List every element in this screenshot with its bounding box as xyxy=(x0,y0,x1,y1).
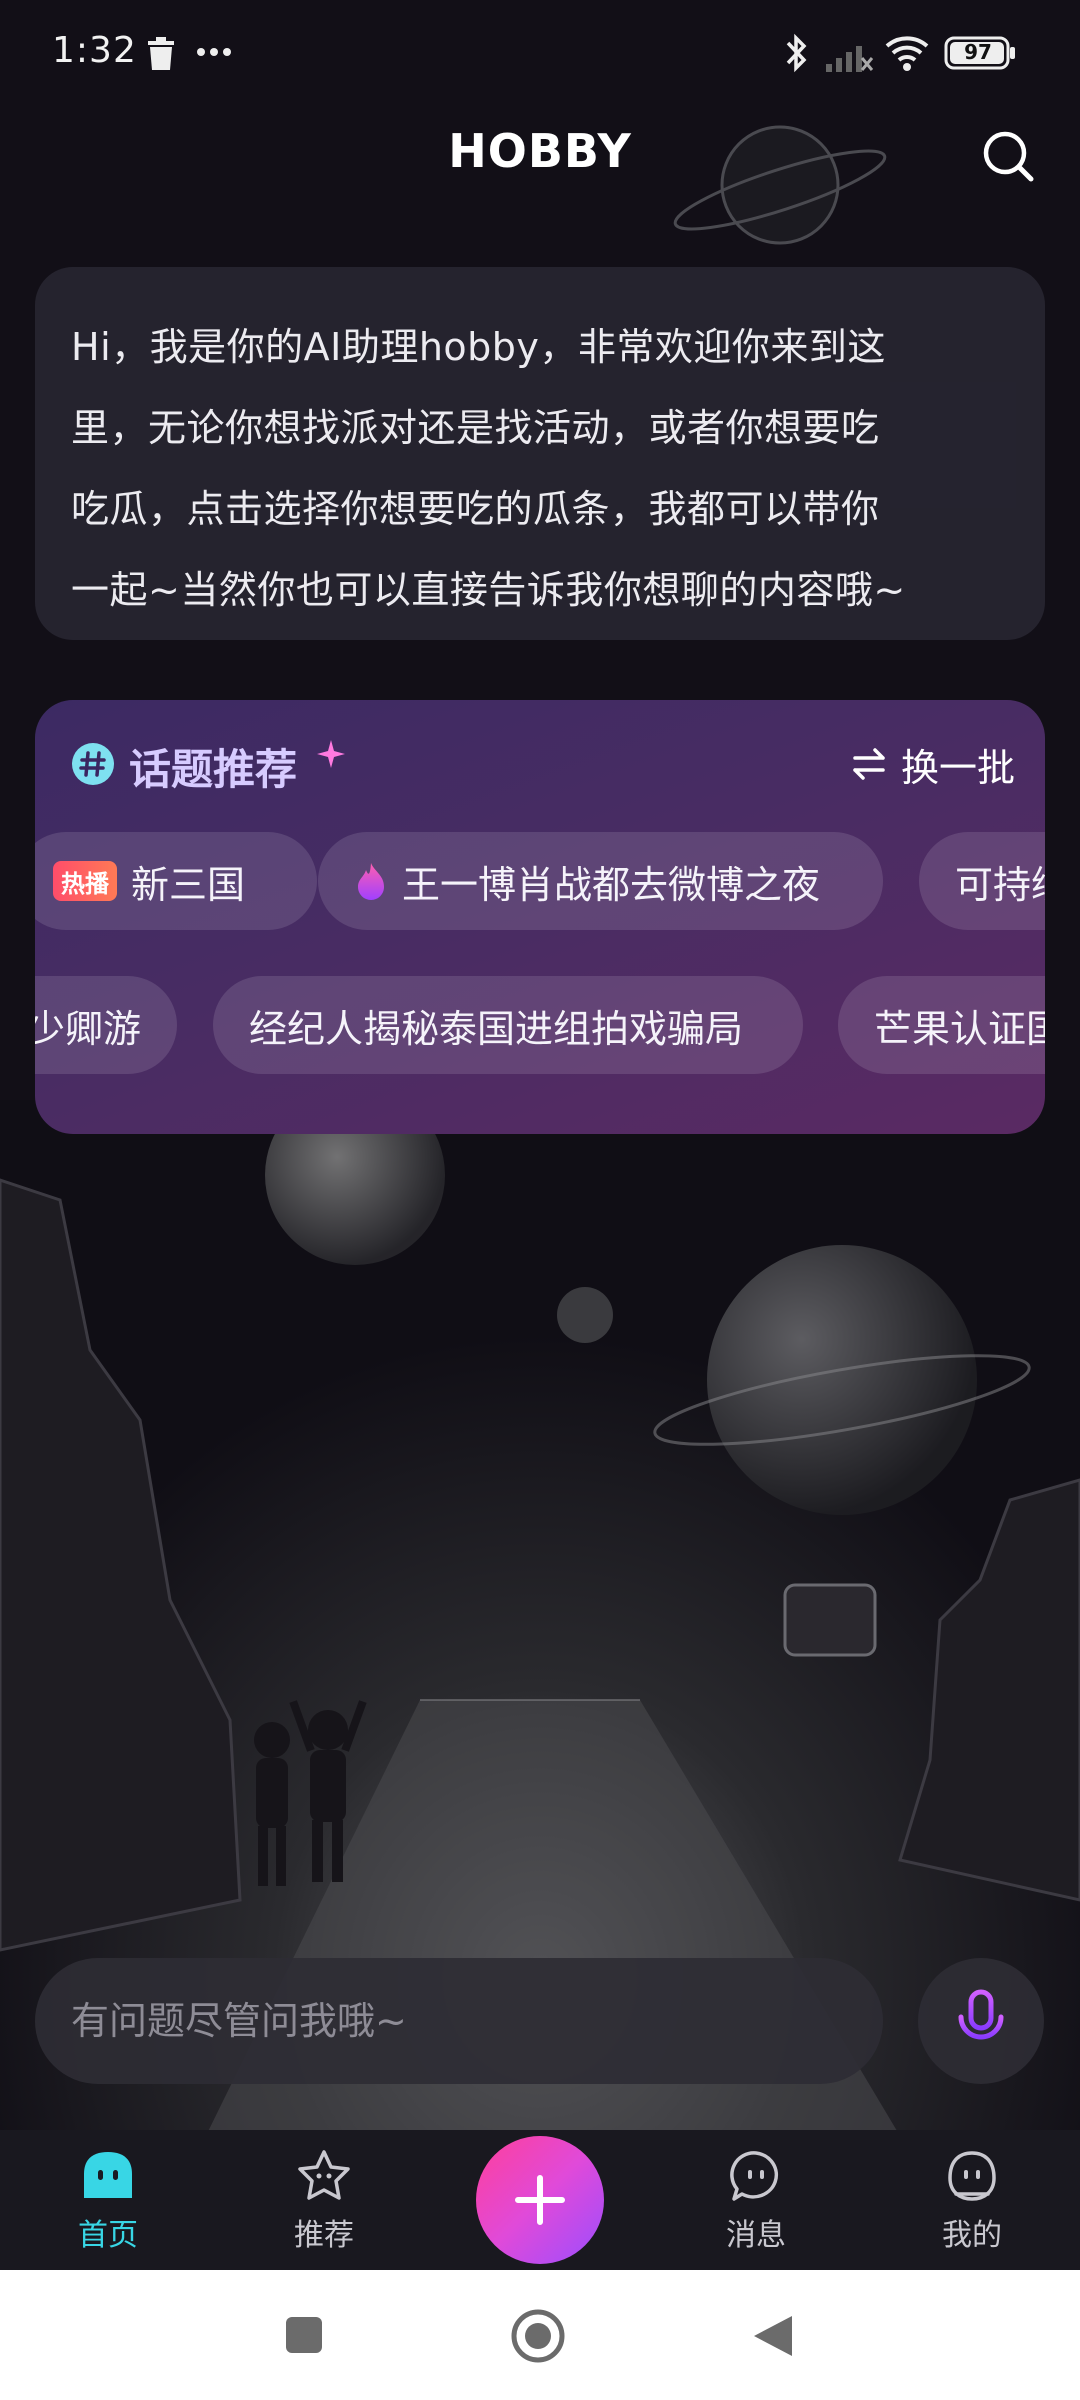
nav-recommend[interactable]: 推荐 xyxy=(244,2148,404,2254)
nav-profile-label: 我的 xyxy=(942,2218,1002,2253)
create-plus-button[interactable] xyxy=(476,2136,604,2264)
topic-chip[interactable]: 热播 新三国 xyxy=(35,832,317,930)
topics-header: 话题推荐 换一批 xyxy=(35,700,1045,830)
home-button[interactable] xyxy=(510,2308,566,2364)
refresh-label: 换一批 xyxy=(901,745,1016,790)
fire-icon xyxy=(358,863,384,900)
back-button[interactable] xyxy=(752,2314,794,2358)
star-face-icon xyxy=(298,2150,350,2200)
greeting-line: 一起~当然你也可以直接告诉我你想聊的内容哦~ xyxy=(71,568,906,612)
system-navigation-bar xyxy=(0,2270,1080,2400)
nav-messages[interactable]: 消息 xyxy=(676,2148,836,2254)
topic-chip-label: 经纪人揭秘泰国进组拍戏骗局 xyxy=(249,1006,744,1051)
topic-chip[interactable]: 王一博肖战都去微博之夜 xyxy=(318,832,883,930)
microphone-icon xyxy=(958,1989,1004,2052)
greeting-line: 里，无论你想找派对还是找活动，或者你想要吃 xyxy=(71,406,880,450)
nav-home-label: 首页 xyxy=(78,2218,138,2253)
battery-level: 97 xyxy=(964,40,992,64)
topic-chip[interactable]: 芒果认证国 xyxy=(838,976,1045,1074)
swap-icon xyxy=(853,748,885,780)
hashtag-icon xyxy=(72,743,114,785)
nav-recommend-label: 推荐 xyxy=(294,2218,354,2253)
more-dots-icon xyxy=(197,48,231,56)
ask-input[interactable] xyxy=(35,1958,883,2084)
assistant-greeting-bubble: Hi，我是你的AI助理hobby，非常欢迎你来到这 里，无论你想找派对还是找活动… xyxy=(35,267,1045,640)
topic-recommendation-card: 话题推荐 换一批 热播 新三国 王一博肖战都去微博之夜 可持续 少卿游 经纪人揭 xyxy=(35,700,1045,1134)
status-time: 1:32 xyxy=(52,30,137,71)
profile-face-icon xyxy=(948,2151,996,2201)
topic-chip[interactable]: 少卿游 xyxy=(35,976,177,1074)
topic-chip[interactable]: 经纪人揭秘泰国进组拍戏骗局 xyxy=(213,976,803,1074)
greeting-line: Hi，我是你的AI助理hobby，非常欢迎你来到这 xyxy=(71,325,886,369)
voice-input-button[interactable] xyxy=(918,1958,1044,2084)
bluetooth-icon xyxy=(786,33,807,73)
trash-icon xyxy=(148,37,174,70)
nav-messages-label: 消息 xyxy=(726,2218,786,2253)
topic-chip[interactable]: 可持续 xyxy=(919,832,1045,930)
hot-badge: 热播 xyxy=(53,861,117,901)
recent-apps-button[interactable] xyxy=(284,2315,324,2355)
topic-chip-label: 新三国 xyxy=(131,862,246,907)
home-face-icon xyxy=(84,2152,132,2198)
topic-chip-label: 可持续 xyxy=(955,862,1045,907)
topic-chip-label: 少卿游 xyxy=(35,1006,141,1051)
greeting-line: 吃瓜，点击选择你想要吃的瓜条，我都可以带你 xyxy=(71,487,880,531)
nav-profile[interactable]: 我的 xyxy=(892,2148,1052,2254)
app-title: HOBBY xyxy=(448,124,632,178)
refresh-topics-button[interactable]: 换一批 xyxy=(849,736,1015,792)
plus-icon xyxy=(515,2175,565,2225)
nav-home[interactable]: 首页 xyxy=(28,2148,188,2254)
topic-chip-label: 王一博肖战都去微博之夜 xyxy=(402,862,821,907)
chat-bubble-icon xyxy=(730,2151,779,2201)
sparkle-icon xyxy=(317,740,345,768)
topic-chip-label: 芒果认证国 xyxy=(874,1006,1045,1051)
signal-off-icon xyxy=(826,46,874,72)
topics-title: 话题推荐 xyxy=(129,745,298,794)
search-icon[interactable] xyxy=(980,128,1036,184)
greeting-text: Hi，我是你的AI助理hobby，非常欢迎你来到这 里，无论你想找派对还是找活动… xyxy=(71,307,1011,631)
status-bar: 1:32 97 xyxy=(0,0,1080,108)
wifi-icon xyxy=(885,36,929,71)
